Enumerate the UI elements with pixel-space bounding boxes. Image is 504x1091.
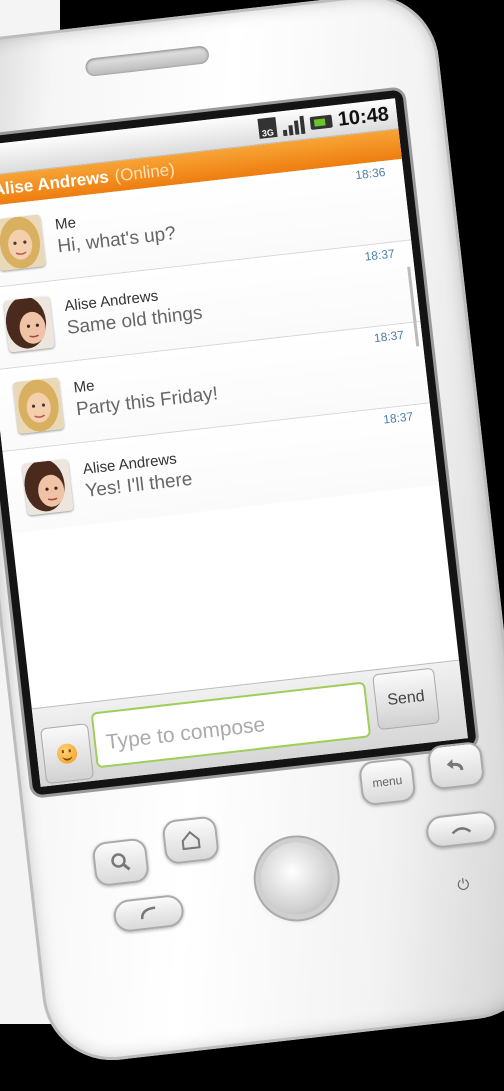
avatar	[21, 458, 74, 516]
back-icon	[446, 759, 464, 771]
contact-status: (Online)	[113, 159, 176, 186]
end-call-icon	[451, 827, 472, 835]
message-time: 18:37	[382, 409, 414, 427]
3g-icon: 3G	[257, 116, 278, 139]
home-hardware-button[interactable]	[161, 815, 220, 866]
message-sender: Me	[54, 214, 77, 234]
search-hardware-button[interactable]	[91, 837, 151, 888]
power-icon: ⏻	[456, 875, 471, 895]
phone-device: 3G 10:48 ■ Alise Andrews (Online) 18:36	[0, 0, 504, 1091]
back-hardware-button[interactable]	[426, 740, 486, 791]
message-list[interactable]: 18:36 Me Hi, what's up? 18:37 Alise Andr…	[0, 158, 440, 534]
message-sender: Me	[72, 377, 96, 397]
emoji-button[interactable]	[40, 723, 95, 785]
send-button[interactable]: Send	[372, 667, 441, 731]
status-clock: 10:48	[336, 102, 390, 131]
avatar	[0, 214, 46, 272]
home-icon	[181, 830, 201, 851]
avatar	[12, 377, 65, 435]
avatar	[3, 295, 56, 353]
menu-hardware-button[interactable]: menu	[357, 756, 417, 807]
message-text: Party this Friday!	[75, 383, 220, 421]
message-time: 18:36	[354, 164, 387, 183]
signal-icon	[281, 114, 306, 137]
search-icon	[111, 853, 131, 871]
call-icon	[141, 906, 156, 920]
smiley-icon	[56, 742, 79, 765]
screen: 3G 10:48 ■ Alise Andrews (Online) 18:36	[0, 98, 468, 787]
message-time: 18:37	[373, 327, 405, 346]
screen-bezel: 3G 10:48 ■ Alise Andrews (Online) 18:36	[0, 89, 477, 796]
menu-label: menu	[371, 772, 404, 791]
compose-input[interactable]: Type to compose	[90, 681, 372, 769]
message-time: 18:37	[363, 246, 396, 264]
battery-icon	[309, 114, 333, 130]
